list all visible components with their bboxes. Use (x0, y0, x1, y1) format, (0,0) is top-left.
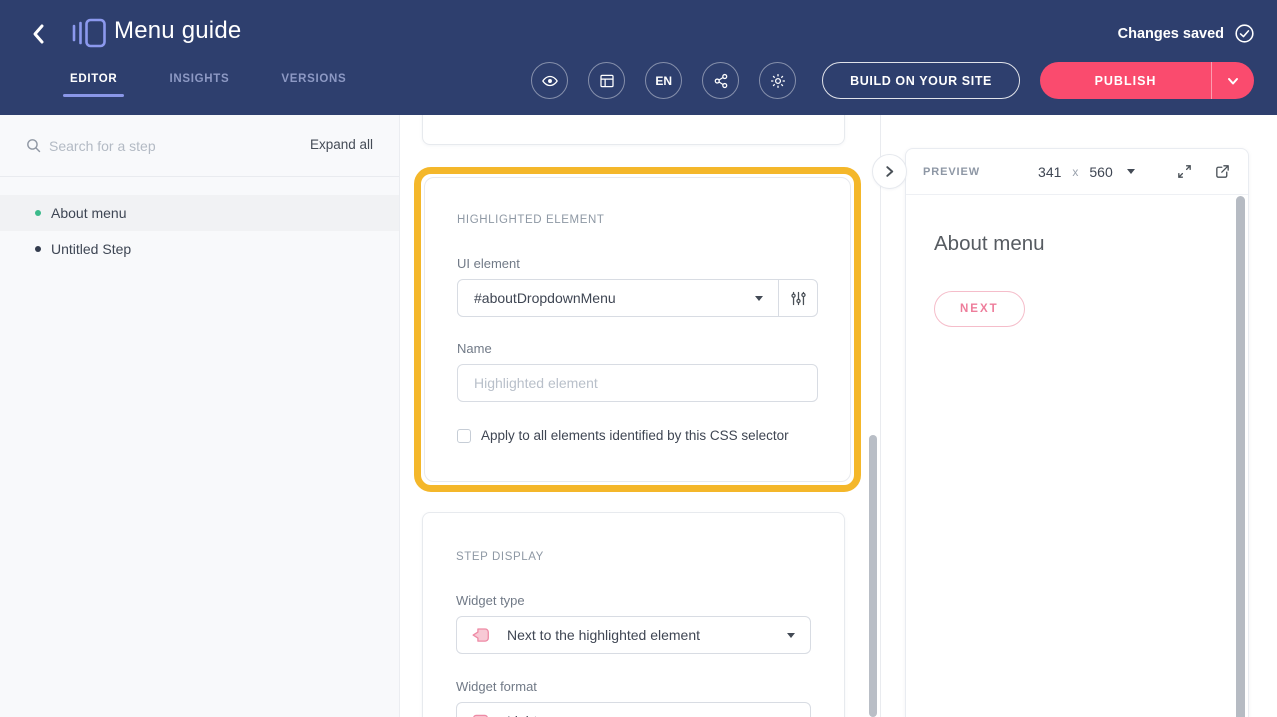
gear-icon (769, 72, 787, 90)
editor-tabs: EDITOR INSIGHTS VERSIONS (70, 73, 346, 97)
share-button[interactable] (702, 62, 739, 99)
settings-button[interactable] (759, 62, 796, 99)
resize-icon[interactable] (1176, 163, 1193, 180)
external-link-icon[interactable] (1214, 163, 1231, 180)
sliders-icon (790, 290, 807, 307)
preview-dimensions-dropdown[interactable]: 341 x 560 (1038, 164, 1135, 180)
app-header: Menu guide Changes saved EDITOR INSIGHTS… (0, 0, 1277, 115)
preview-height: 560 (1089, 164, 1112, 180)
highlighted-section-ring: HIGHLIGHTED ELEMENT UI element #aboutDro… (414, 167, 861, 492)
chevron-down-icon (1227, 75, 1239, 87)
preview-width: 341 (1038, 164, 1061, 180)
preview-step-title: About menu (934, 232, 1248, 256)
editor-scrollbar[interactable] (869, 435, 877, 717)
section-title: STEP DISPLAY (456, 551, 811, 563)
share-icon (712, 72, 730, 90)
tooltip-widget-icon (470, 626, 491, 645)
page-title: Menu guide (114, 17, 241, 45)
preview-panel: PREVIEW 341 x 560 About menu NEXT (905, 148, 1249, 717)
changes-saved-status: Changes saved (1118, 23, 1255, 44)
build-on-your-site-button[interactable]: BUILD ON YOUR SITE (822, 62, 1020, 99)
step-list: About menu Untitled Step (0, 195, 399, 267)
element-name-input[interactable] (457, 364, 818, 402)
preview-title: PREVIEW (923, 166, 980, 178)
next-button[interactable]: NEXT (934, 291, 1025, 327)
step-search-row: Expand all (0, 115, 399, 177)
chevron-right-icon (883, 165, 896, 178)
eye-icon (541, 72, 559, 90)
ui-element-select[interactable]: #aboutDropdownMenu (457, 279, 818, 317)
layout-button[interactable] (588, 62, 625, 99)
preview-header: PREVIEW 341 x 560 (906, 149, 1248, 195)
step-status-dot (35, 210, 41, 216)
back-icon[interactable] (28, 21, 52, 47)
section-title: HIGHLIGHTED ELEMENT (457, 214, 818, 226)
chevron-down-icon (787, 633, 795, 638)
language-button[interactable]: EN (645, 62, 682, 99)
highlighted-element-card: HIGHLIGHTED ELEMENT UI element #aboutDro… (424, 177, 851, 482)
header-controls: EN BUILD ON YOUR SITE PUBLISH (531, 62, 1254, 99)
tab-editor[interactable]: EDITOR (70, 73, 117, 97)
preview-actions (1176, 163, 1231, 180)
check-circle-icon (1234, 23, 1255, 44)
element-picker-button[interactable] (779, 290, 817, 307)
step-display-card: STEP DISPLAY Widget type Next to the hig… (422, 512, 845, 717)
ui-element-label: UI element (457, 256, 818, 271)
collapse-preview-button[interactable] (872, 154, 907, 189)
chevron-down-icon (1127, 169, 1135, 174)
apply-all-checkbox[interactable] (457, 429, 471, 443)
publish-button[interactable]: PUBLISH (1040, 62, 1254, 99)
publish-dropdown-button[interactable] (1212, 75, 1254, 87)
widget-type-select[interactable]: Next to the highlighted element (456, 616, 811, 654)
window-layout-icon (598, 72, 616, 90)
changes-saved-label: Changes saved (1118, 26, 1224, 42)
preview-eye-button[interactable] (531, 62, 568, 99)
panel-divider (880, 115, 881, 717)
step-search-input[interactable] (49, 129, 299, 163)
publish-label: PUBLISH (1040, 74, 1211, 88)
expand-all-link[interactable]: Expand all (310, 137, 373, 152)
widget-format-select[interactable]: Light (456, 702, 811, 717)
steps-sidebar: Expand all About menu Untitled Step (0, 115, 400, 717)
tooltip-widget-icon (470, 712, 491, 717)
preview-scrollbar[interactable] (1236, 196, 1245, 717)
step-editor-panel: HIGHLIGHTED ELEMENT UI element #aboutDro… (400, 115, 880, 717)
step-item-untitled-step[interactable]: Untitled Step (0, 231, 399, 267)
tab-versions[interactable]: VERSIONS (281, 73, 346, 97)
guide-logo-icon (70, 15, 108, 51)
step-item-about-menu[interactable]: About menu (0, 195, 399, 231)
language-label: EN (655, 74, 672, 88)
tab-insights[interactable]: INSIGHTS (169, 73, 229, 97)
search-icon (25, 137, 42, 154)
widget-type-label: Widget type (456, 593, 811, 608)
widget-format-label: Widget format (456, 679, 811, 694)
step-status-dot (35, 246, 41, 252)
apply-all-row: Apply to all elements identified by this… (457, 428, 818, 443)
chevron-down-icon (755, 296, 763, 301)
name-label: Name (457, 341, 818, 356)
